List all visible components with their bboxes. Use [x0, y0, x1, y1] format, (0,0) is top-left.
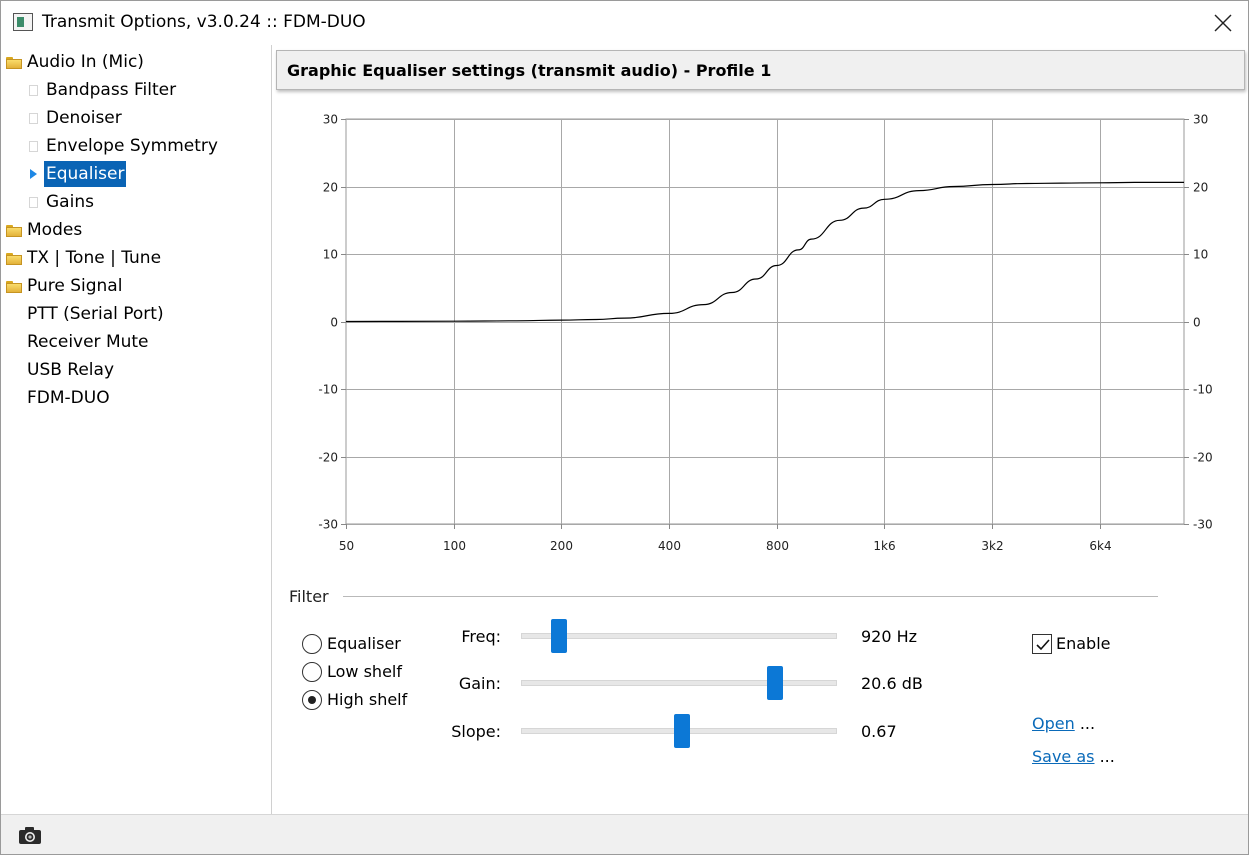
- filter-group-divider: [343, 596, 1158, 597]
- x-tick-label: 400: [658, 539, 681, 553]
- y-tick-label-left: 20: [323, 181, 338, 195]
- open-link[interactable]: Open: [1032, 714, 1075, 733]
- gain-slider-thumb[interactable]: [767, 666, 783, 700]
- y-tick-label-right: 0: [1193, 316, 1201, 330]
- freq-label: Freq:: [461, 627, 501, 646]
- radio-circle: [302, 634, 322, 654]
- radio-dot: [308, 696, 316, 704]
- checkmark-icon: [1036, 639, 1050, 651]
- y-tick-label-right: 20: [1193, 181, 1208, 195]
- y-tick-label-right: 30: [1193, 113, 1208, 127]
- save-as-ellipsis: ...: [1094, 747, 1115, 766]
- camera-icon[interactable]: [18, 826, 42, 845]
- y-tick-label-right: 10: [1193, 248, 1208, 262]
- x-tick-label: 3k2: [981, 539, 1003, 553]
- y-tick-label-left: 0: [330, 316, 338, 330]
- radio-low-shelf[interactable]: Low shelf: [302, 661, 422, 685]
- freq-value: 920 Hz: [861, 627, 918, 646]
- y-tick-label-left: -30: [318, 518, 338, 532]
- y-tick-label-left: 30: [323, 113, 338, 127]
- freq-slider-track[interactable]: [521, 633, 837, 639]
- y-tick-label-right: -20: [1193, 451, 1213, 465]
- slope-slider-thumb[interactable]: [674, 714, 690, 748]
- checkbox-box: [1032, 634, 1052, 654]
- enable-label: Enable: [1056, 634, 1111, 653]
- open-ellipsis: ...: [1074, 714, 1096, 733]
- x-tick-label: 200: [550, 539, 573, 553]
- x-tick-label: 50: [339, 539, 354, 553]
- radio-equaliser-label: Equaliser: [327, 634, 401, 653]
- save-as-link[interactable]: Save as: [1032, 747, 1095, 766]
- save-as-row: Save as ...: [1032, 747, 1115, 766]
- radio-high-shelf[interactable]: High shelf: [302, 689, 422, 713]
- x-tick-label: 100: [443, 539, 466, 553]
- gain-label: Gain:: [458, 674, 501, 693]
- freq-slider-thumb[interactable]: [551, 619, 567, 653]
- x-tick-label: 1k6: [873, 539, 895, 553]
- x-tick-label: 800: [766, 539, 789, 553]
- open-row: Open ...: [1032, 714, 1095, 733]
- x-tick-label: 6k4: [1089, 539, 1111, 553]
- radio-circle: [302, 690, 322, 710]
- slope-label: Slope:: [451, 722, 501, 741]
- y-tick-label-left: -10: [318, 383, 338, 397]
- enable-checkbox[interactable]: Enable: [1032, 633, 1132, 655]
- y-tick-label-right: -10: [1193, 383, 1213, 397]
- radio-circle: [302, 662, 322, 682]
- transmit-options-window: Transmit Options, v3.0.24 :: FDM-DUO Aud…: [0, 0, 1249, 855]
- y-tick-label-right: -30: [1193, 518, 1213, 532]
- radio-high-shelf-label: High shelf: [327, 690, 408, 709]
- gain-value: 20.6 dB: [861, 674, 923, 693]
- status-bar: [1, 814, 1248, 854]
- equaliser-response-chart: 50 100 200 400 800 1k6 3k2 6k430 3020 2010 100 0-10…: [318, 113, 1213, 554]
- filter-group-label: Filter: [289, 587, 329, 606]
- radio-low-shelf-label: Low shelf: [327, 662, 402, 681]
- y-tick-label-left: -20: [318, 451, 338, 465]
- radio-equaliser[interactable]: Equaliser: [302, 633, 422, 657]
- y-tick-label-left: 10: [323, 248, 338, 262]
- gain-slider-track[interactable]: [521, 680, 837, 686]
- slope-value: 0.67: [861, 722, 897, 741]
